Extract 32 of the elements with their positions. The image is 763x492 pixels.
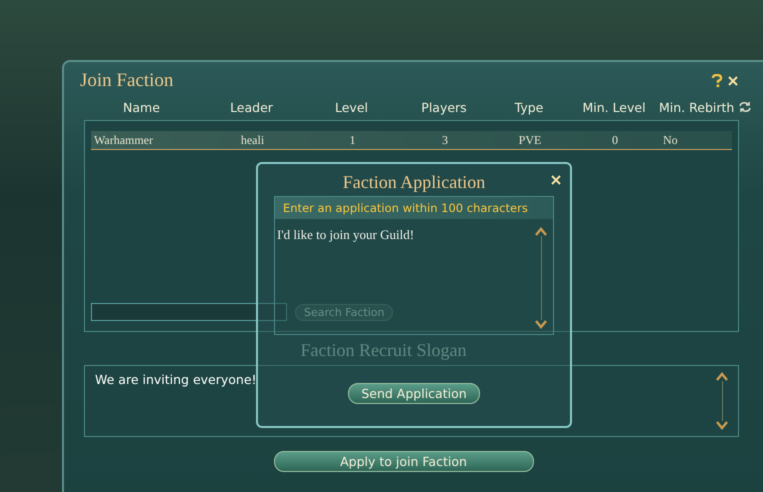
column-header: Type xyxy=(514,100,544,114)
hint-text: Enter an application within 100 characters xyxy=(274,196,554,219)
table-cell-text: 1 xyxy=(348,132,356,148)
faction-row[interactable]: Warhammer heali 1 3 PVE 0 No xyxy=(91,131,732,150)
column-header: Leader xyxy=(229,100,274,114)
table-cell-text: PVE xyxy=(518,132,542,148)
section-title: Faction Recruit Slogan xyxy=(300,340,466,361)
send-button[interactable]: Send Application xyxy=(348,383,480,404)
help-icon[interactable] xyxy=(711,74,723,88)
refresh-icon[interactable] xyxy=(738,101,752,113)
table-cell-text: No xyxy=(662,132,679,148)
column-header: Min. Level xyxy=(581,100,647,114)
table-cell-text: heali xyxy=(240,132,266,148)
window-title: Join Faction xyxy=(80,70,174,92)
search-field[interactable] xyxy=(91,303,287,321)
table-cell-text: 0 xyxy=(611,132,619,148)
table-cell-text: Warhammer xyxy=(93,132,154,148)
scroll-up-icon[interactable] xyxy=(716,372,728,381)
scroll-up-icon[interactable] xyxy=(535,227,547,236)
column-header: Players xyxy=(420,100,468,114)
close-icon[interactable] xyxy=(727,75,739,87)
column-header: Level xyxy=(334,100,369,114)
table-cell-text: 3 xyxy=(441,132,449,148)
search-button[interactable]: Search Faction xyxy=(295,304,394,320)
slogan-text: We are inviting everyone! xyxy=(95,372,257,389)
scroll-down-icon[interactable] xyxy=(716,421,728,430)
column-header: Name xyxy=(122,100,161,114)
dialog-title: Faction Application xyxy=(342,172,486,194)
column-header: Min. Rebirth xyxy=(659,100,734,114)
apply-button[interactable]: Apply to join Faction xyxy=(274,450,534,472)
close-icon[interactable] xyxy=(550,174,562,186)
scroll-down-icon[interactable] xyxy=(535,320,547,329)
